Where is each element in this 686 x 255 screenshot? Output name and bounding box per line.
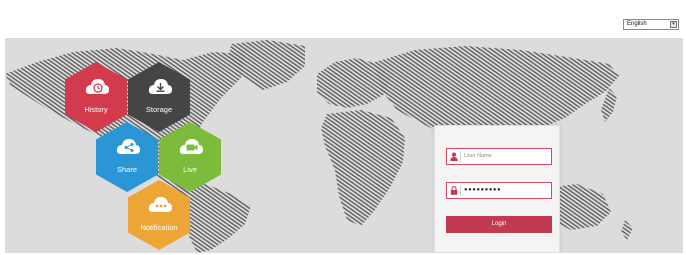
history-label: History bbox=[84, 105, 108, 114]
history-cloud-icon bbox=[85, 79, 109, 94]
storage-label: Storage bbox=[145, 105, 173, 114]
live-label: Live bbox=[183, 165, 197, 174]
map-greenland bbox=[229, 40, 305, 90]
notification-chat-icon bbox=[148, 197, 172, 212]
map-south-america bbox=[181, 184, 251, 253]
chevron-down-icon[interactable]: ▾ bbox=[670, 21, 677, 28]
user-icon bbox=[450, 152, 458, 161]
username-separator bbox=[460, 151, 461, 162]
language-selected-value: English bbox=[627, 21, 647, 27]
login-stage: History Storage Share Live Notification … bbox=[5, 38, 683, 253]
username-field[interactable]: User Name bbox=[446, 148, 552, 165]
share-label: Share bbox=[116, 165, 137, 174]
lock-icon bbox=[450, 186, 458, 195]
storage-download-icon bbox=[148, 79, 172, 94]
map-africa bbox=[321, 110, 405, 226]
live-video-icon bbox=[179, 139, 203, 154]
language-select[interactable]: English ▾ bbox=[623, 19, 679, 30]
map-japan bbox=[601, 88, 617, 122]
password-value: ●●●●●●●●● bbox=[464, 187, 502, 193]
username-placeholder: User Name bbox=[464, 153, 492, 159]
map-new-zealand bbox=[621, 220, 633, 240]
notification-label: Notification bbox=[140, 223, 178, 232]
password-separator bbox=[460, 185, 461, 196]
top-bar: English ▾ bbox=[0, 0, 686, 38]
login-panel: User Name ●●●●●●●●● Login bbox=[434, 125, 560, 253]
login-button[interactable]: Login bbox=[446, 216, 552, 233]
password-field[interactable]: ●●●●●●●●● bbox=[446, 182, 552, 199]
share-cloud-icon bbox=[116, 139, 140, 154]
